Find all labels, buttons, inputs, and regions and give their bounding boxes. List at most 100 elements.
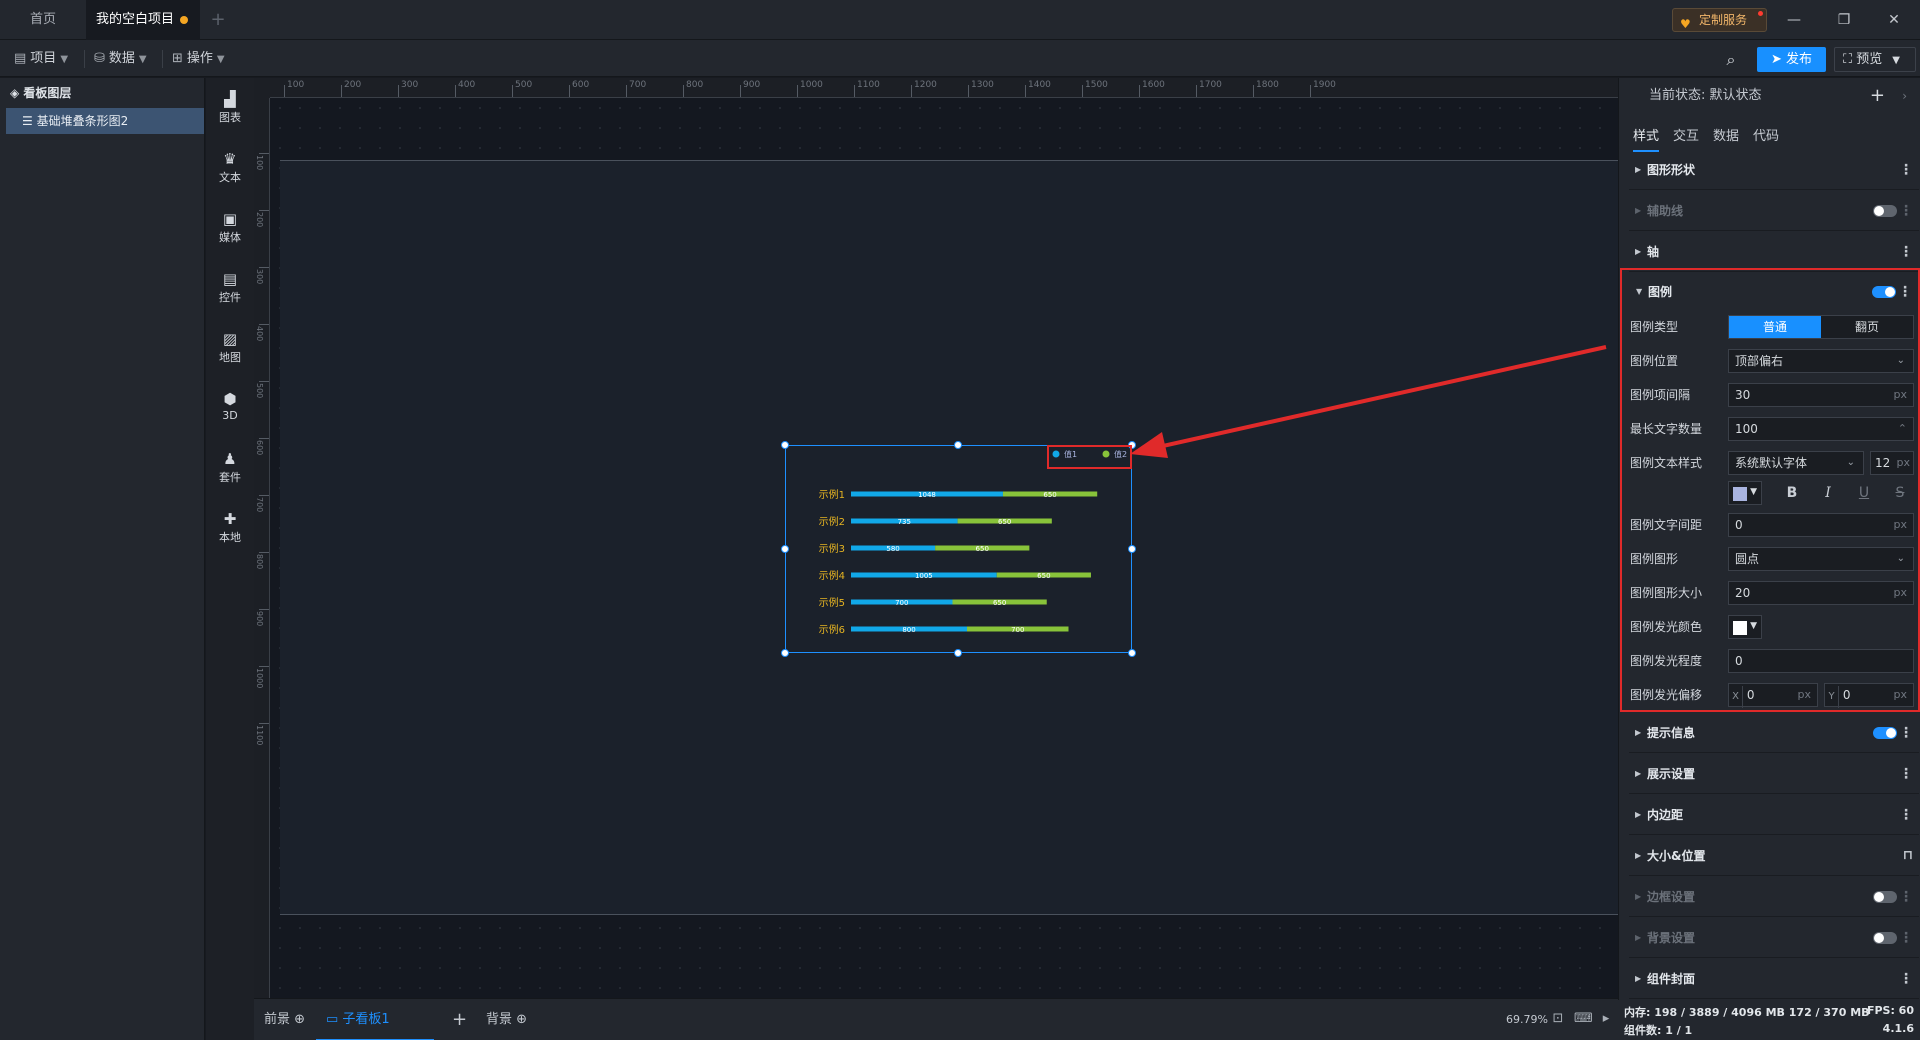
component-chart[interactable]: ▟ 图表 (206, 90, 254, 125)
legend-type-normal[interactable]: 普通 (1729, 316, 1821, 338)
tab-background[interactable]: 背景 ⊕ (486, 999, 527, 1040)
more-icon[interactable]: ⋮ (1898, 272, 1912, 312)
more-icon[interactable]: ⋮ (1899, 232, 1913, 272)
section-shape[interactable]: ▶ 图形形状 ⋮ (1629, 150, 1919, 190)
more-icon[interactable]: ⋮ (1899, 150, 1913, 190)
legend-position-select[interactable]: 顶部偏右 ⌄ (1728, 349, 1914, 373)
more-icon[interactable]: ⋮ (1899, 713, 1913, 753)
legend-shapesize-input[interactable]: 20 px (1728, 581, 1914, 605)
legend-offset-y-input[interactable]: Y 0 px (1824, 683, 1914, 708)
ruler-vertical[interactable]: 100 200 300 400 500 600 700 800 900 1000 1100 (254, 98, 270, 998)
legend-type-page[interactable]: 翻页 (1821, 316, 1913, 338)
tab-sub-board[interactable]: ▭ 子看板1 (316, 999, 434, 1040)
section-tooltip[interactable]: ▶ 提示信息 ⋮ (1629, 713, 1919, 753)
component-text[interactable]: ♛ 文本 (206, 150, 254, 185)
guideline-toggle[interactable] (1873, 205, 1897, 217)
unit-label: px (1893, 586, 1908, 599)
section-axis[interactable]: ▶ 轴 ⋮ (1629, 232, 1919, 272)
close-icon[interactable]: ✕ (1872, 0, 1916, 40)
bold-icon[interactable]: B (1780, 480, 1804, 506)
menu-operate[interactable]: ⊞ 操作 ▼ (166, 47, 231, 71)
component-local[interactable]: ✚ 本地 (206, 510, 254, 545)
preview-button[interactable]: ⛶ 预览 ▼ (1834, 47, 1916, 72)
tab-code[interactable]: 代码 (1753, 122, 1779, 152)
chevron-down-icon: ⌄ (1896, 355, 1905, 366)
minimize-icon[interactable]: — (1772, 0, 1816, 40)
resize-handle-r[interactable] (1128, 545, 1136, 553)
publish-button[interactable]: ➤ 发布 (1757, 47, 1826, 72)
search-icon[interactable]: ⌕ (1718, 48, 1744, 72)
component-map[interactable]: ▨ 地图 (206, 330, 254, 365)
menu-project[interactable]: ▤ 项目 ▼ (8, 47, 74, 71)
strikethrough-icon[interactable]: S (1888, 480, 1912, 506)
resize-handle-bl[interactable] (781, 649, 789, 657)
lock-icon[interactable]: ⊓ (1903, 836, 1913, 876)
section-display[interactable]: ▶ 展示设置 ⋮ (1629, 754, 1919, 794)
component-3d[interactable]: ⬢ 3D (206, 390, 254, 422)
menu-data[interactable]: ⛁ 数据 ▼ (88, 47, 153, 71)
section-border[interactable]: ▶ 边框设置 ⋮ (1629, 877, 1919, 917)
add-state-icon[interactable]: + (1870, 78, 1885, 114)
custom-service-button[interactable]: ♥ 定制服务 (1672, 8, 1767, 32)
add-circle-icon[interactable]: ⊕ (294, 1012, 305, 1027)
more-icon[interactable]: ⋮ (1899, 918, 1913, 958)
legend-gap-input[interactable]: 30 px (1728, 383, 1914, 407)
legend-letterspace-input[interactable]: 0 px (1728, 513, 1914, 537)
underline-icon[interactable]: U (1852, 480, 1876, 506)
section-legend[interactable]: ▼ 图例 ⋮ (1630, 272, 1918, 312)
tab-home[interactable]: 首页 (0, 0, 86, 40)
ruler-tick (569, 85, 570, 97)
component-media[interactable]: ▣ 媒体 (206, 210, 254, 245)
fit-screen-icon[interactable]: ⊡ (1550, 1011, 1566, 1027)
legend-glow-color-picker[interactable]: ▼ (1728, 615, 1762, 639)
legend-text-color-picker[interactable]: ▼ (1728, 481, 1762, 505)
legend-glowlevel-input[interactable]: 0 (1728, 649, 1914, 673)
selected-chart[interactable]: 示例1 1048 650 示例2 735 650 示例3 580 650 示例4 1005 650 示例… (785, 445, 1132, 653)
zoom-level[interactable]: 69.79% (1506, 999, 1548, 1040)
section-background[interactable]: ▶ 背景设置 ⋮ (1629, 918, 1919, 958)
chevron-right-icon[interactable]: › (1902, 78, 1907, 114)
keyboard-icon[interactable]: ⌨ (1574, 1011, 1593, 1027)
layers-title: ◈ 看板图层 (0, 78, 204, 108)
italic-icon[interactable]: I (1816, 480, 1840, 506)
component-kit[interactable]: ♟ 套件 (206, 450, 254, 485)
section-padding[interactable]: ▶ 内边距 ⋮ (1629, 795, 1919, 835)
tab-interaction[interactable]: 交互 (1673, 122, 1699, 152)
tooltip-toggle[interactable] (1873, 727, 1897, 739)
resize-handle-tl[interactable] (781, 441, 789, 449)
resize-handle-t[interactable] (954, 441, 962, 449)
border-toggle[interactable] (1873, 891, 1897, 903)
section-guideline[interactable]: ▶ 辅助线 ⋮ (1629, 191, 1919, 231)
state-value[interactable]: 默认状态 (1710, 88, 1762, 103)
more-icon[interactable]: ⋮ (1899, 754, 1913, 794)
more-icon[interactable]: ⋮ (1899, 795, 1913, 835)
more-icon[interactable]: ⋮ (1899, 877, 1913, 917)
tab-foreground[interactable]: 前景 ⊕ (264, 999, 305, 1040)
section-cover[interactable]: ▶ 组件封面 ⋮ (1629, 959, 1919, 999)
add-tab-icon[interactable]: + (206, 0, 230, 40)
legend-maxlen-input[interactable]: 100 ⌃ (1728, 417, 1914, 441)
add-circle-icon[interactable]: ⊕ (516, 1012, 527, 1027)
legend-shape-select[interactable]: 圆点 ⌄ (1728, 547, 1914, 571)
section-size-position[interactable]: ▶ 大小&位置 ⊓ (1629, 836, 1919, 876)
legend-toggle[interactable] (1872, 286, 1896, 298)
legend-offset-x-input[interactable]: X 0 px (1728, 683, 1818, 708)
tab-data[interactable]: 数据 (1713, 122, 1739, 152)
background-toggle[interactable] (1873, 932, 1897, 944)
resize-handle-l[interactable] (781, 545, 789, 553)
ruler-horizontal[interactable]: 100 200 300 400 500 600 700 800 900 1000 1100 1200 1… (270, 78, 1618, 98)
more-icon[interactable]: ⋮ (1899, 959, 1913, 999)
restore-icon[interactable]: ❐ (1822, 0, 1866, 40)
add-board-icon[interactable]: + (452, 999, 467, 1040)
resize-handle-b[interactable] (954, 649, 962, 657)
legend-font-select[interactable]: 系统默认字体 ⌄ (1728, 451, 1864, 475)
layer-item[interactable]: ☰ 基础堆叠条形图2 (6, 108, 204, 134)
component-control[interactable]: ▤ 控件 (206, 270, 254, 305)
terminal-icon[interactable]: ▸ (1598, 1011, 1614, 1027)
tab-style[interactable]: 样式 (1633, 122, 1660, 152)
tab-project[interactable]: 我的空白项目 (86, 0, 200, 40)
stepper-up-icon[interactable]: ⌃ (1898, 418, 1907, 440)
legend-fontsize-input[interactable]: 12 px (1870, 451, 1914, 475)
resize-handle-br[interactable] (1128, 649, 1136, 657)
more-icon[interactable]: ⋮ (1899, 191, 1913, 231)
